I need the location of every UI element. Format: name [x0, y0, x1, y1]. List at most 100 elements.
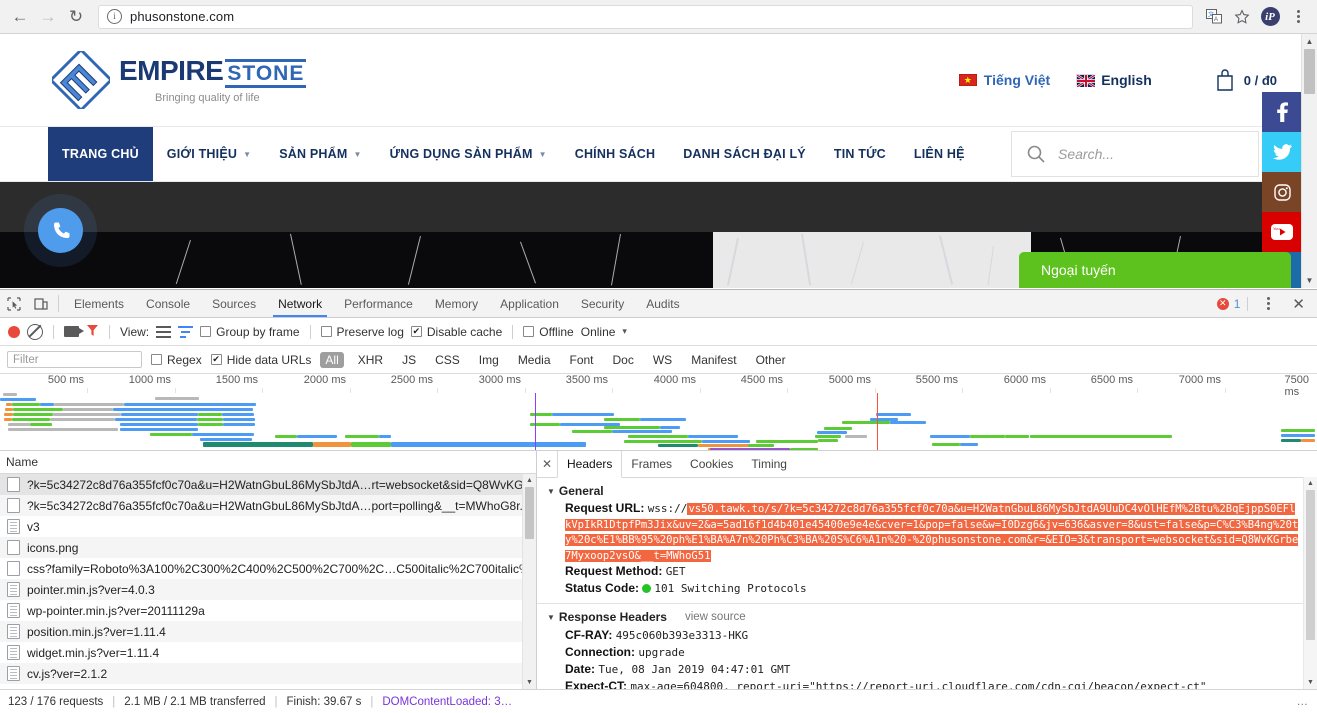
filter-type-all[interactable]: All — [320, 351, 344, 368]
address-bar[interactable]: i phusonstone.com — [98, 4, 1193, 29]
list-view-icon[interactable] — [156, 325, 172, 338]
regex-checkbox[interactable]: Regex — [151, 353, 202, 367]
tab-audits[interactable]: Audits — [635, 290, 690, 317]
scroll-down-arrow-icon[interactable]: ▼ — [523, 676, 536, 689]
group-by-frame-checkbox[interactable]: Group by frame — [200, 325, 300, 339]
request-list-scrollbar[interactable]: ▲ ▼ — [522, 474, 536, 689]
site-logo[interactable]: EMPIRE STONE Bringing quality of life — [52, 51, 307, 109]
nav-item-tin-tuc[interactable]: TIN TỨC — [820, 127, 900, 181]
nav-item-ung-dung-san-pham[interactable]: ỨNG DỤNG SẢN PHẨM ▼ — [376, 127, 561, 181]
page-scrollbar-thumb[interactable] — [1304, 49, 1315, 94]
nav-item-gioi-thieu[interactable]: GIỚI THIỆU ▼ — [153, 127, 265, 181]
checkbox-box[interactable] — [320, 326, 332, 337]
filter-type-doc[interactable]: Doc — [608, 352, 639, 368]
table-row[interactable]: widget.min.js?ver=1.11.4 — [0, 642, 536, 663]
language-switch-english[interactable]: English — [1076, 72, 1152, 88]
cart-button[interactable]: 0 / đ0 — [1214, 68, 1277, 92]
filter-type-ws[interactable]: WS — [648, 352, 677, 368]
devtools-menu-icon[interactable] — [1255, 297, 1282, 310]
scroll-down-arrow-icon[interactable]: ▼ — [1304, 676, 1317, 689]
table-row[interactable]: ?k=5c34272c8d76a355fcf0c70a&u=H2WatnGbuL… — [0, 495, 536, 516]
extension-icon[interactable]: iP — [1257, 4, 1283, 30]
browser-menu-icon[interactable] — [1285, 4, 1311, 30]
filter-type-css[interactable]: CSS — [430, 352, 465, 368]
nav-item-lien-he[interactable]: LIÊN HỆ — [900, 127, 979, 181]
translate-icon[interactable]: 文A — [1201, 4, 1227, 30]
clear-button[interactable] — [27, 323, 43, 340]
details-tab-headers[interactable]: Headers — [557, 451, 623, 478]
language-switch-vietnamese[interactable]: ★ Tiếng Việt — [958, 72, 1050, 88]
tab-network[interactable]: Network — [267, 290, 333, 317]
details-scrollbar-thumb[interactable] — [1306, 490, 1315, 640]
status-overflow[interactable]: … — [1297, 696, 1310, 708]
nav-item-san-pham[interactable]: SẢN PHẨM ▼ — [265, 127, 375, 181]
record-button[interactable] — [8, 325, 20, 338]
nav-item-chinh-sach[interactable]: CHÍNH SÁCH — [561, 127, 669, 181]
tab-elements[interactable]: Elements — [63, 290, 135, 317]
inspect-element-icon[interactable] — [0, 290, 27, 317]
chevron-down-icon[interactable]: ▾ — [622, 326, 627, 337]
throttling-select[interactable]: Online — [581, 325, 616, 339]
table-row[interactable]: css?family=Roboto%3A100%2C300%2C400%2C50… — [0, 558, 536, 579]
details-tab-cookies[interactable]: Cookies — [681, 451, 742, 477]
network-overview[interactable]: 500 ms 1000 ms 1500 ms 2000 ms 2500 ms 3… — [0, 374, 1317, 451]
filter-type-manifest[interactable]: Manifest — [686, 352, 741, 368]
filter-type-font[interactable]: Font — [565, 352, 599, 368]
checkbox-box[interactable] — [151, 354, 162, 365]
tab-performance[interactable]: Performance — [333, 290, 424, 317]
hide-data-urls-checkbox[interactable]: Hide data URLs — [210, 353, 311, 367]
reload-button[interactable]: ↻ — [62, 3, 90, 31]
camera-icon[interactable] — [64, 326, 84, 337]
instagram-icon[interactable] — [1262, 172, 1302, 212]
details-close-icon[interactable]: ✕ — [537, 451, 557, 477]
triangle-down-icon[interactable]: ▼ — [547, 613, 555, 622]
page-scrollbar[interactable]: ▲ ▼ — [1301, 34, 1317, 288]
table-row[interactable]: pointer.min.js?ver=4.0.3 — [0, 579, 536, 600]
table-row[interactable]: position.min.js?ver=1.11.4 — [0, 621, 536, 642]
details-scrollbar[interactable]: ▲ ▼ — [1303, 477, 1317, 689]
checkbox-box[interactable] — [523, 326, 535, 337]
filter-type-xhr[interactable]: XHR — [353, 352, 388, 368]
table-row[interactable]: cv.js?ver=2.1.2 — [0, 663, 536, 684]
scroll-up-arrow-icon[interactable]: ▲ — [1302, 34, 1317, 49]
preserve-log-checkbox[interactable]: Preserve log — [320, 325, 404, 339]
view-source-link[interactable]: view source — [685, 611, 746, 623]
back-button[interactable]: ← — [6, 3, 34, 31]
forward-button[interactable]: → — [34, 3, 62, 31]
tab-security[interactable]: Security — [570, 290, 635, 317]
details-tab-timing[interactable]: Timing — [742, 451, 796, 477]
table-row[interactable]: v3 — [0, 516, 536, 537]
column-header-name[interactable]: Name — [0, 451, 536, 474]
filter-type-media[interactable]: Media — [513, 352, 556, 368]
funnel-icon[interactable] — [86, 324, 99, 340]
youtube-icon[interactable]: You — [1262, 212, 1302, 252]
twitter-icon[interactable] — [1262, 132, 1302, 172]
scroll-up-arrow-icon[interactable]: ▲ — [1304, 477, 1317, 490]
table-row[interactable]: icons.png — [0, 537, 536, 558]
tab-console[interactable]: Console — [135, 290, 201, 317]
phone-call-button[interactable] — [38, 208, 83, 253]
devtools-close-icon[interactable]: ✕ — [1286, 295, 1311, 313]
details-tab-frames[interactable]: Frames — [622, 451, 681, 477]
tab-application[interactable]: Application — [489, 290, 570, 317]
filter-type-js[interactable]: JS — [397, 352, 421, 368]
scroll-up-arrow-icon[interactable]: ▲ — [523, 474, 536, 487]
table-row[interactable]: wp-pointer.min.js?ver=20111129a — [0, 600, 536, 621]
waterfall-view-icon[interactable] — [178, 325, 194, 338]
disable-cache-checkbox[interactable]: Disable cache — [410, 325, 502, 339]
request-list[interactable]: ?k=5c34272c8d76a355fcf0c70a&u=H2WatnGbuL… — [0, 474, 536, 689]
filter-type-img[interactable]: Img — [474, 352, 504, 368]
filter-input[interactable] — [7, 351, 142, 368]
tab-sources[interactable]: Sources — [201, 290, 267, 317]
bookmark-star-icon[interactable] — [1229, 4, 1255, 30]
chat-offline-badge[interactable]: Ngoại tuyến — [1019, 252, 1291, 288]
tab-memory[interactable]: Memory — [424, 290, 489, 317]
checkbox-box[interactable] — [210, 354, 222, 365]
nav-item-danh-sach-dai-ly[interactable]: DANH SÁCH ĐẠI LÝ — [669, 127, 820, 181]
filter-type-other[interactable]: Other — [751, 352, 791, 368]
general-section-header[interactable]: ▼ General — [547, 484, 1317, 498]
table-row[interactable]: ?k=5c34272c8d76a355fcf0c70a&u=H2WatnGbuL… — [0, 474, 536, 495]
checkbox-box[interactable] — [200, 326, 212, 337]
checkbox-box[interactable] — [410, 326, 422, 337]
scroll-down-arrow-icon[interactable]: ▼ — [1302, 273, 1317, 288]
